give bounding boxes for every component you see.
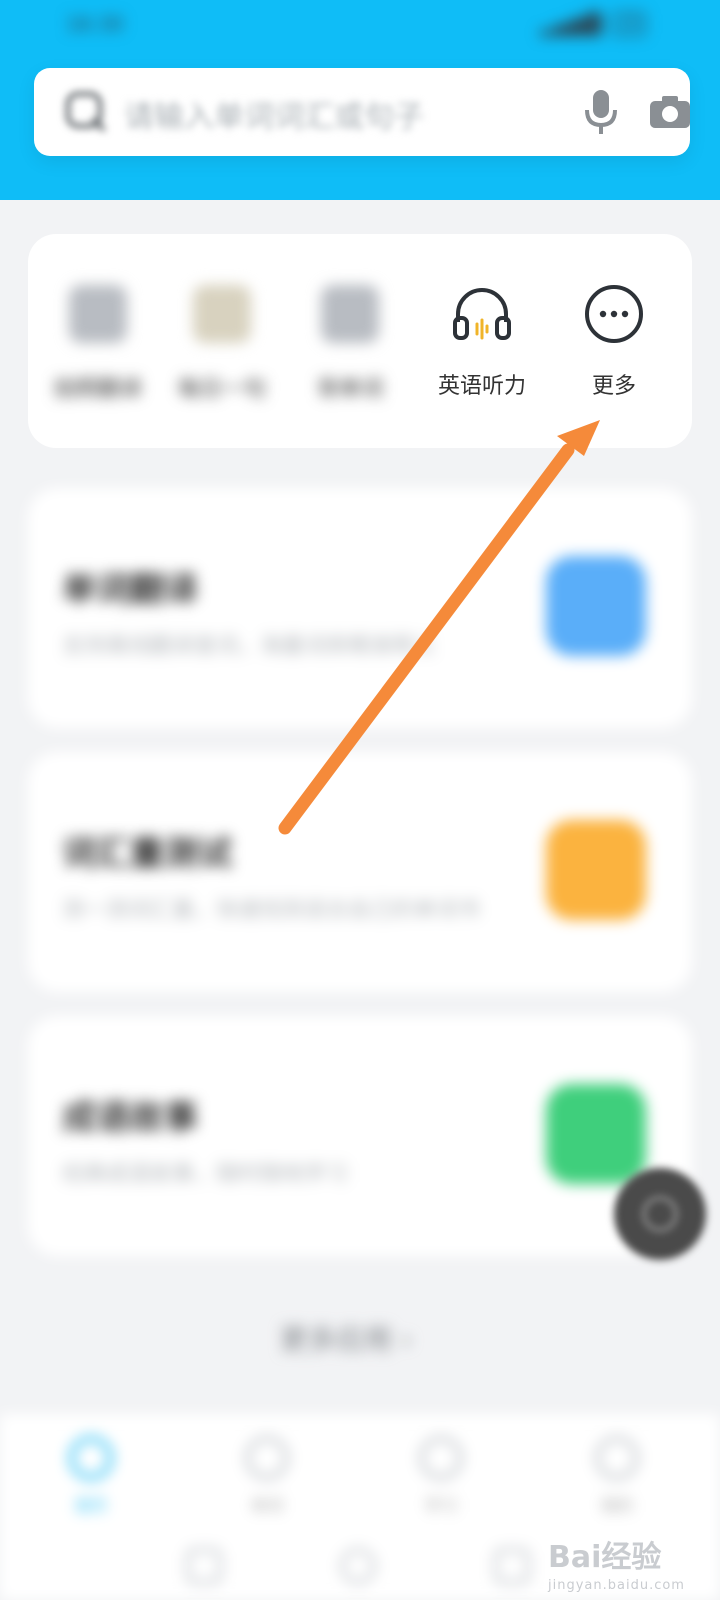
shortcut-photo-translate[interactable]: 拍照翻译	[38, 282, 158, 403]
search-icon	[65, 91, 106, 132]
baidu-jingyan-watermark: Bai经验 jingyan.baidu.com	[548, 1532, 718, 1596]
status-time: 16:30	[66, 12, 124, 36]
notebook-icon	[546, 820, 646, 920]
camera-icon[interactable]	[648, 94, 692, 130]
study-icon	[419, 1436, 463, 1480]
feature-subtitle: 经典成语故事，随时随地学习	[62, 1162, 349, 1187]
feature-card-vocab-test[interactable]: 词汇量测试 测一测词汇量，快速找到适合自己的单词书	[28, 752, 692, 992]
battery-icon: 28	[611, 12, 646, 36]
system-recent-icon[interactable]	[494, 1548, 530, 1584]
microphone-icon[interactable]	[584, 88, 618, 136]
feature-subtitle: 测一测词汇量，快速找到适合自己的单词书	[62, 898, 481, 923]
nav-label: 学习	[424, 1496, 457, 1515]
shortcut-english-listening[interactable]: 英语听力	[422, 282, 542, 400]
shortcut-label: 每日一句	[177, 377, 266, 402]
shortcut-more[interactable]: 更多	[554, 282, 674, 400]
more-apps-link[interactable]: 更多应用 ›	[280, 1318, 412, 1358]
watermark-brand: Bai经验	[548, 1540, 662, 1575]
profile-icon	[595, 1436, 639, 1480]
nav-label: 单词	[250, 1496, 283, 1515]
status-icons: ▂▄▆█ 28	[540, 12, 646, 36]
system-home-icon[interactable]	[340, 1548, 376, 1584]
home-search-icon	[69, 1436, 113, 1480]
headphones-icon	[453, 288, 511, 340]
nav-tab-words[interactable]: 单词	[222, 1436, 312, 1516]
floating-search-button[interactable]	[614, 1168, 706, 1260]
feature-title: 成语故事	[62, 1098, 198, 1138]
shortcut-label: 背单词	[316, 377, 383, 402]
nav-tab-study[interactable]: 学习	[396, 1436, 486, 1516]
search-icon	[642, 1196, 678, 1232]
nav-label: 我的	[600, 1496, 633, 1515]
grid-icon	[546, 1084, 646, 1184]
feature-subtitle: 支持离线翻译查词，海量词库精准释义	[62, 634, 437, 659]
document-icon	[69, 285, 127, 343]
shortcut-label: 拍照翻译	[53, 377, 142, 402]
book-icon	[321, 285, 379, 343]
shortcut-label: 英语听力	[437, 374, 526, 399]
shortcut-label: 更多	[591, 374, 636, 399]
shortcut-daily-sentence[interactable]: 每日一句	[162, 282, 282, 403]
feature-title: 词汇量测试	[62, 834, 232, 874]
nav-tab-home[interactable]: 首页	[46, 1436, 136, 1516]
calendar-icon	[193, 285, 251, 343]
feature-card-translate[interactable]: 单词翻译 支持离线翻译查词，海量词库精准释义	[28, 488, 692, 728]
en-dictionary-icon	[546, 556, 646, 656]
nav-tab-profile[interactable]: 我的	[572, 1436, 662, 1516]
system-back-icon[interactable]	[186, 1548, 222, 1584]
search-bar[interactable]: 请输入单词词汇或句子	[34, 68, 690, 156]
watermark-site: jingyan.baidu.com	[548, 1578, 685, 1593]
status-bar: 16:30 ▂▄▆█ 28	[0, 0, 720, 50]
shortcut-card: 拍照翻译 每日一句 背单词 英语听力 更多	[28, 234, 692, 448]
search-input[interactable]: 请输入单词词汇或句子	[124, 92, 424, 136]
signal-icon: ▂▄▆█	[540, 12, 602, 36]
feature-card-idioms[interactable]: 成语故事 经典成语故事，随时随地学习	[28, 1016, 692, 1256]
feature-title: 单词翻译	[62, 570, 198, 610]
nav-label: 首页	[74, 1496, 107, 1515]
words-icon	[245, 1436, 289, 1480]
more-dots-icon	[585, 285, 643, 343]
shortcut-vocabulary[interactable]: 背单词	[290, 282, 410, 403]
